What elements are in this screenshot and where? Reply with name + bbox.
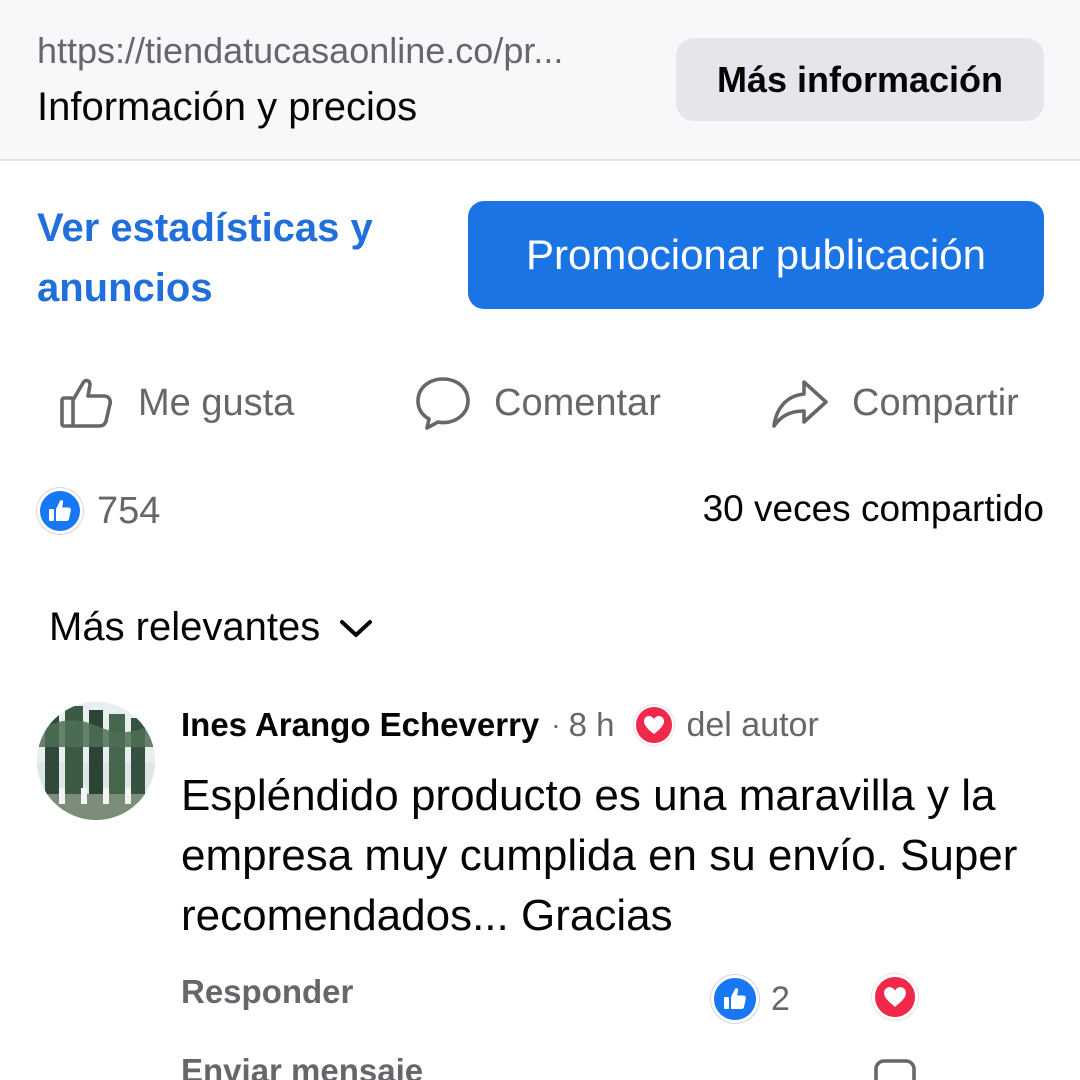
like-reaction-icon <box>711 975 759 1023</box>
send-message-button[interactable]: Enviar mensaje <box>181 1052 423 1080</box>
reactions-summary[interactable]: 754 <box>37 488 160 534</box>
like-reaction-icon <box>37 488 83 534</box>
link-url: https://tiendatucasaonline.co/pr... <box>37 30 564 71</box>
reaction-count: 754 <box>97 489 161 532</box>
link-title: Información y precios <box>37 85 418 129</box>
separator-dot: · <box>551 709 561 740</box>
comment-time[interactable]: 8 h <box>569 706 615 744</box>
like-action-label: Me gusta <box>138 381 295 424</box>
heart-icon[interactable] <box>872 974 918 1020</box>
comments-sort-dropdown[interactable]: Más relevantes <box>49 605 374 650</box>
share-count[interactable]: 30 veces compartido <box>703 488 1044 530</box>
more-info-button[interactable]: Más información <box>676 38 1044 121</box>
comment-action-label: Comentar <box>494 381 661 424</box>
comment-like-reactions[interactable]: 2 <box>711 975 790 1023</box>
reply-button[interactable]: Responder <box>181 973 353 1011</box>
comment-like-count: 2 <box>771 979 790 1018</box>
chevron-down-icon <box>340 619 373 637</box>
share-arrow-icon <box>772 380 828 428</box>
thumbs-up-outline-icon <box>60 378 113 428</box>
speech-bubble-icon <box>416 377 470 430</box>
share-action-button[interactable]: Compartir <box>770 368 1019 438</box>
share-action-label: Compartir <box>852 381 1019 424</box>
heart-icon <box>634 705 675 745</box>
avatar[interactable] <box>37 702 155 820</box>
comment-text: Espléndido producto es una maravilla y l… <box>181 771 1018 940</box>
comment-author[interactable]: Ines Arango Echeverry <box>181 706 539 744</box>
message-icon[interactable] <box>873 1058 917 1080</box>
stats-and-ads-link[interactable]: Ver estadísticas y anuncios <box>37 198 437 318</box>
author-reaction-label: del autor <box>686 705 819 744</box>
comment-header: Ines Arango Echeverry · 8 h del autor <box>181 702 819 748</box>
sort-label: Más relevantes <box>49 605 321 649</box>
promote-post-button[interactable]: Promocionar publicación <box>468 201 1044 309</box>
like-action-button[interactable]: Me gusta <box>58 368 294 438</box>
link-preview-bar[interactable]: https://tiendatucasaonline.co/pr... Info… <box>0 0 1080 161</box>
comment-action-button[interactable]: Comentar <box>414 368 661 438</box>
